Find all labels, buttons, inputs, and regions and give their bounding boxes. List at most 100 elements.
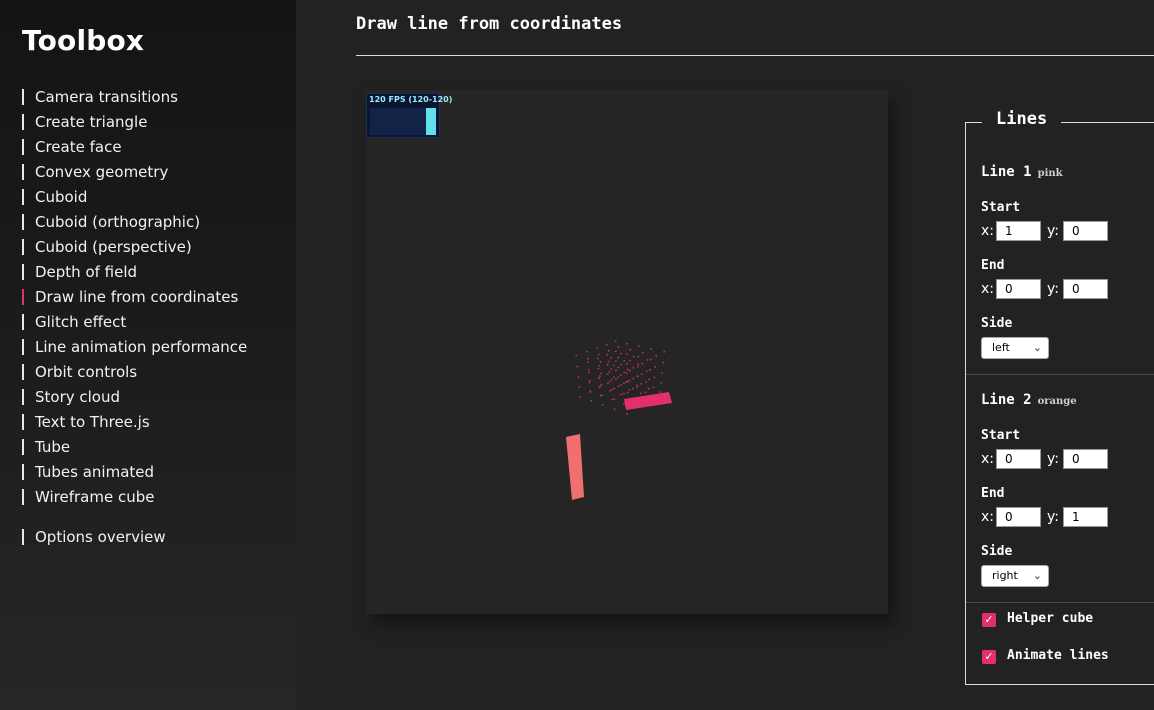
helper-dot bbox=[628, 388, 631, 391]
line-1-end-y-input[interactable] bbox=[1063, 279, 1108, 299]
line-2-start-x-input[interactable] bbox=[996, 449, 1041, 469]
sidebar-item-label: Line animation performance bbox=[35, 338, 248, 356]
helper-dot bbox=[620, 374, 622, 376]
helper-dot bbox=[663, 350, 666, 353]
helper-dot bbox=[636, 375, 639, 377]
helper-dot bbox=[606, 363, 609, 366]
panel-divider bbox=[966, 602, 1154, 603]
line-2-side-value: right bbox=[992, 569, 1018, 582]
sidebar-item-wireframe-cube[interactable]: Wireframe cube bbox=[22, 486, 247, 511]
brand-title: Toolbox bbox=[22, 24, 145, 57]
animate-lines-checkbox[interactable]: ✓ bbox=[982, 650, 996, 664]
helper-dot bbox=[626, 368, 629, 371]
sidebar-item-orbit-controls[interactable]: Orbit controls bbox=[22, 361, 247, 386]
y-label: y: bbox=[1047, 223, 1059, 239]
lines-panel: Lines Line 1 pink Start x: y: End x: y: S… bbox=[965, 109, 1154, 685]
line-2-end-y-input[interactable] bbox=[1063, 507, 1108, 527]
line-1-start-y-input[interactable] bbox=[1063, 221, 1108, 241]
sidebar-item-text-to-threejs[interactable]: Text to Three.js bbox=[22, 411, 247, 436]
helper-dot bbox=[597, 353, 600, 356]
helper-dot bbox=[655, 354, 657, 357]
helper-dot bbox=[588, 369, 590, 371]
helper-dot bbox=[641, 362, 644, 365]
helper-dot bbox=[607, 382, 609, 385]
helper-dot bbox=[613, 408, 616, 411]
helper-dot bbox=[610, 356, 613, 359]
helper-dot bbox=[600, 383, 603, 386]
line-1-heading: Line 1 pink bbox=[981, 164, 1063, 180]
sidebar-item-convex-geometry[interactable]: Convex geometry bbox=[22, 161, 247, 186]
helper-dot bbox=[623, 382, 625, 385]
helper-dot bbox=[601, 394, 603, 396]
animate-lines-label: Animate lines bbox=[1007, 648, 1109, 663]
helper-dot bbox=[640, 392, 642, 395]
helper-dot bbox=[648, 378, 651, 381]
sidebar-item-tube[interactable]: Tube bbox=[22, 436, 247, 461]
sidebar-item-label: Orbit controls bbox=[35, 363, 138, 381]
line-1-mesh bbox=[624, 392, 672, 410]
three-canvas[interactable]: 120 FPS (120-120) bbox=[366, 90, 888, 614]
sidebar-item-line-animation-performance[interactable]: Line animation performance bbox=[22, 336, 247, 361]
line-2-start-label: Start bbox=[981, 428, 1021, 443]
sidebar-item-cuboid[interactable]: Cuboid bbox=[22, 186, 247, 211]
sidebar-item-glitch-effect[interactable]: Glitch effect bbox=[22, 311, 247, 336]
helper-dot bbox=[659, 391, 662, 394]
line-2-side-label: Side bbox=[981, 544, 1013, 559]
helper-dot bbox=[598, 386, 601, 389]
page-title: Draw line from coordinates bbox=[356, 14, 623, 34]
sidebar-item-depth-of-field[interactable]: Depth of field bbox=[22, 261, 247, 286]
sidebar-item-create-face[interactable]: Create face bbox=[22, 136, 247, 161]
helper-dot bbox=[632, 355, 635, 358]
sidebar-item-story-cloud[interactable]: Story cloud bbox=[22, 386, 247, 411]
helper-dot bbox=[578, 386, 581, 389]
helper-dot bbox=[617, 366, 620, 369]
helper-cube-checkbox[interactable]: ✓ bbox=[982, 613, 996, 627]
line-1-side-label: Side bbox=[981, 316, 1013, 331]
line-2-start-y-input[interactable] bbox=[1063, 449, 1108, 469]
panel-title: Lines bbox=[982, 109, 1062, 129]
helper-dot bbox=[587, 357, 589, 360]
sidebar-item-tubes-animated[interactable]: Tubes animated bbox=[22, 461, 247, 486]
helper-dot bbox=[653, 376, 656, 379]
helper-dot bbox=[608, 370, 611, 373]
sidebar-item-create-triangle[interactable]: Create triangle bbox=[22, 111, 247, 136]
sidebar-item-label: Tubes animated bbox=[35, 463, 155, 481]
helper-dot bbox=[610, 368, 613, 370]
helper-dot bbox=[649, 358, 652, 361]
line-2-side-select[interactable]: right ⌄ bbox=[981, 565, 1049, 587]
helper-dot bbox=[623, 392, 625, 395]
chevron-down-icon: ⌄ bbox=[1032, 569, 1042, 582]
line-1-side-select[interactable]: left ⌄ bbox=[981, 337, 1049, 359]
helper-dot bbox=[626, 391, 629, 394]
sidebar-item-camera-transitions[interactable]: Camera transitions bbox=[22, 86, 247, 111]
sidebar-item-label: Cuboid (perspective) bbox=[35, 238, 192, 256]
panel-divider bbox=[966, 374, 1154, 375]
sidebar-item-cuboid-orthographic[interactable]: Cuboid (orthographic) bbox=[22, 211, 247, 236]
helper-dot bbox=[586, 350, 589, 353]
sidebar-item-options-overview[interactable]: Options overview bbox=[22, 526, 247, 551]
helper-dot bbox=[614, 350, 617, 353]
helper-dot bbox=[625, 362, 628, 365]
helper-dot bbox=[610, 378, 613, 381]
helper-dot bbox=[645, 370, 648, 373]
line-1-start-x-input[interactable] bbox=[996, 221, 1041, 241]
helper-dot bbox=[615, 369, 617, 372]
helper-dot bbox=[617, 356, 620, 359]
helper-dot bbox=[613, 376, 615, 379]
line-2-end-x-input[interactable] bbox=[996, 507, 1041, 527]
sidebar-item-label: Camera transitions bbox=[35, 88, 178, 106]
helper-dot bbox=[589, 390, 592, 392]
line-1-end-x-input[interactable] bbox=[996, 279, 1041, 299]
line-1-heading-text: Line 1 bbox=[981, 164, 1032, 180]
helper-dot bbox=[614, 340, 617, 343]
sidebar-item-label: Convex geometry bbox=[35, 163, 169, 181]
helper-dot bbox=[628, 369, 631, 372]
sidebar-item-cuboid-perspective[interactable]: Cuboid (perspective) bbox=[22, 236, 247, 261]
helper-dot bbox=[596, 347, 599, 349]
helper-dot bbox=[609, 390, 611, 392]
x-label: x: bbox=[981, 223, 995, 239]
helper-dot bbox=[587, 361, 589, 364]
helper-dot bbox=[625, 353, 628, 355]
helper-dot bbox=[660, 381, 663, 384]
sidebar-item-draw-line-from-coordinates[interactable]: Draw line from coordinates bbox=[22, 286, 247, 311]
